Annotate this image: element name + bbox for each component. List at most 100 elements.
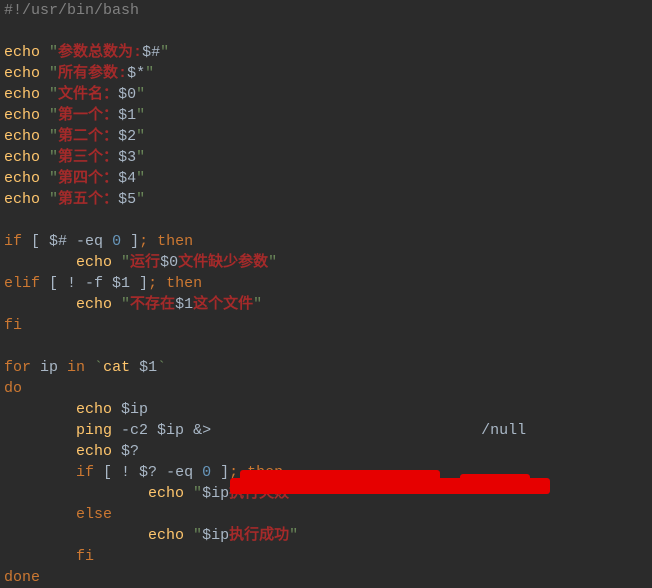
string-literal: 所有参数: <box>58 65 127 82</box>
backtick: ` <box>157 359 166 376</box>
quote: " <box>136 86 145 103</box>
var: $ip <box>202 485 229 502</box>
var: $1 <box>112 275 130 292</box>
string-literal: 第二个： <box>58 128 118 145</box>
keyword-fi: fi <box>76 548 94 565</box>
cmd: echo <box>76 401 121 418</box>
var: $1 <box>118 107 136 124</box>
bracket: [ ! -f <box>49 275 112 292</box>
redacted-path <box>220 422 481 439</box>
quote: " <box>112 254 130 271</box>
var: $0 <box>160 254 178 271</box>
quote: " <box>253 296 262 313</box>
var: $* <box>127 65 145 82</box>
keyword-if: if <box>4 233 31 250</box>
quote: " <box>49 191 58 208</box>
quote: " <box>184 485 202 502</box>
var: $5 <box>118 191 136 208</box>
quote: " <box>184 527 202 544</box>
var: $1 <box>175 296 193 313</box>
redaction-mark <box>460 474 530 488</box>
string-literal: 执行成功 <box>229 527 289 544</box>
keyword-then: ; then <box>139 233 193 250</box>
var: $ip <box>121 401 148 418</box>
cmd: echo <box>4 191 40 208</box>
quote: " <box>49 149 58 166</box>
var: $ip <box>157 422 184 439</box>
var: $? <box>121 443 139 460</box>
cmd: echo <box>4 65 40 82</box>
cmd: echo <box>148 527 184 544</box>
quote: " <box>49 128 58 145</box>
indent <box>4 506 76 523</box>
string-literal: 第三个： <box>58 149 118 166</box>
cmd: echo <box>4 107 40 124</box>
var: $4 <box>118 170 136 187</box>
var: ip <box>40 359 58 376</box>
string-literal: 第一个： <box>58 107 118 124</box>
string-literal: 文件缺少参数 <box>178 254 268 271</box>
number: 0 <box>202 464 211 481</box>
cmd: echo <box>4 44 40 61</box>
number: 0 <box>112 233 121 250</box>
indent <box>4 527 148 544</box>
indent <box>4 485 148 502</box>
quote: " <box>49 170 58 187</box>
cmd: echo <box>4 149 40 166</box>
keyword-in: in <box>58 359 94 376</box>
cmd: ping <box>76 422 112 439</box>
quote: " <box>49 44 58 61</box>
var: $? <box>139 464 157 481</box>
keyword-elif: elif <box>4 275 49 292</box>
quote: " <box>145 65 154 82</box>
quote: " <box>136 128 145 145</box>
keyword-fi: fi <box>4 317 22 334</box>
var: $ip <box>202 527 229 544</box>
keyword-for: for <box>4 359 40 376</box>
quote: " <box>112 296 130 313</box>
cmd: cat <box>103 359 139 376</box>
indent <box>4 254 76 271</box>
quote: " <box>49 86 58 103</box>
indent <box>4 548 76 565</box>
redirect: &> <box>184 422 220 439</box>
quote: " <box>49 65 58 82</box>
cmd: echo <box>4 128 40 145</box>
shebang-line: #!/usr/bin/bash <box>4 2 139 19</box>
var: $# <box>49 233 67 250</box>
cmd: echo <box>148 485 184 502</box>
keyword-then: ; then <box>148 275 202 292</box>
string-literal: 不存在 <box>130 296 175 313</box>
keyword-do: do <box>4 380 22 397</box>
quote: " <box>268 254 277 271</box>
op: -eq <box>157 464 202 481</box>
var: $# <box>142 44 160 61</box>
var: $1 <box>139 359 157 376</box>
indent <box>4 401 76 418</box>
bracket: [ ! <box>103 464 139 481</box>
indent <box>4 464 76 481</box>
backtick: ` <box>94 359 103 376</box>
op: -eq <box>67 233 112 250</box>
args: -c2 <box>112 422 157 439</box>
quote: " <box>160 44 169 61</box>
bracket: ] <box>121 233 139 250</box>
quote: " <box>49 107 58 124</box>
string-literal: 文件名： <box>58 86 118 103</box>
string-literal: 这个文件 <box>193 296 253 313</box>
quote: " <box>136 170 145 187</box>
quote: " <box>136 191 145 208</box>
bracket: [ <box>31 233 49 250</box>
bracket: ] <box>211 464 229 481</box>
string-literal: 第四个： <box>58 170 118 187</box>
var: $0 <box>118 86 136 103</box>
string-literal: 参数总数为: <box>58 44 142 61</box>
quote: " <box>136 107 145 124</box>
cmd: echo <box>4 86 40 103</box>
keyword-done: done <box>4 569 40 586</box>
cmd: echo <box>76 296 112 313</box>
quote: " <box>136 149 145 166</box>
cmd: echo <box>76 443 121 460</box>
indent <box>4 422 76 439</box>
var: $2 <box>118 128 136 145</box>
